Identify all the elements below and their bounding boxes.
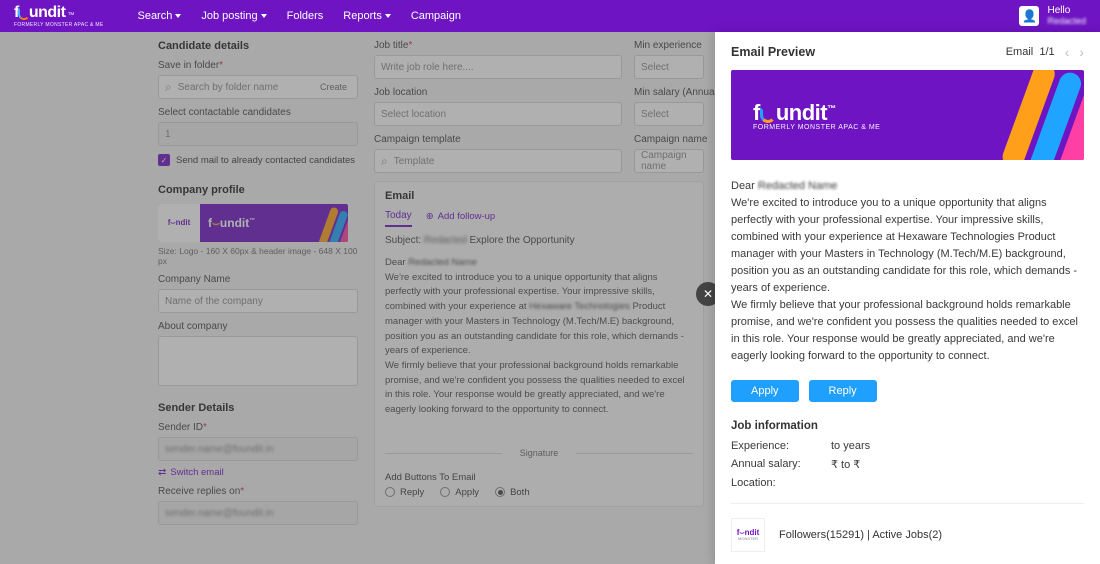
nav-reports[interactable]: Reports (343, 10, 391, 22)
preview-banner: fundit™ FORMERLY MONSTER APAC & ME (731, 70, 1084, 160)
apply-button[interactable]: Apply (731, 380, 799, 402)
reply-button[interactable]: Reply (809, 380, 877, 402)
chevron-down-icon (385, 14, 391, 18)
nav-campaign[interactable]: Campaign (411, 10, 461, 22)
email-preview-panel: Email Preview Email 1/1 ‹ › fundit™ FORM… (715, 32, 1100, 564)
company-summary-row: f⌣ndit MONSTER Followers(15291) | Active… (731, 503, 1084, 552)
main-nav: Search Job posting Folders Reports Campa… (137, 10, 460, 22)
top-navbar: fundit™ FORMERLY MONSTER APAC & ME Searc… (0, 0, 1100, 32)
nav-job-posting[interactable]: Job posting (201, 10, 266, 22)
next-email-button[interactable]: › (1079, 44, 1084, 60)
preview-email-body: Dear Redacted Name We're excited to intr… (731, 178, 1084, 366)
chevron-down-icon (261, 14, 267, 18)
nav-search[interactable]: Search (137, 10, 181, 22)
job-information-section: Job information Experience:to years Annu… (731, 420, 1084, 489)
preview-title: Email Preview (731, 45, 815, 59)
user-name: Redacted (1047, 17, 1086, 26)
user-greeting: Hello (1047, 6, 1086, 17)
nav-folders[interactable]: Folders (287, 10, 324, 22)
company-followers-jobs: Followers(15291) | Active Jobs(2) (779, 529, 942, 541)
prev-email-button[interactable]: ‹ (1065, 44, 1070, 60)
chevron-down-icon (175, 14, 181, 18)
avatar: 👤 (1019, 6, 1039, 26)
job-information-header: Job information (731, 420, 1084, 432)
company-logo-small: f⌣ndit MONSTER (731, 518, 765, 552)
user-menu[interactable]: 👤 Hello Redacted (1019, 6, 1086, 26)
brand-logo[interactable]: fundit™ FORMERLY MONSTER APAC & ME (14, 4, 103, 28)
